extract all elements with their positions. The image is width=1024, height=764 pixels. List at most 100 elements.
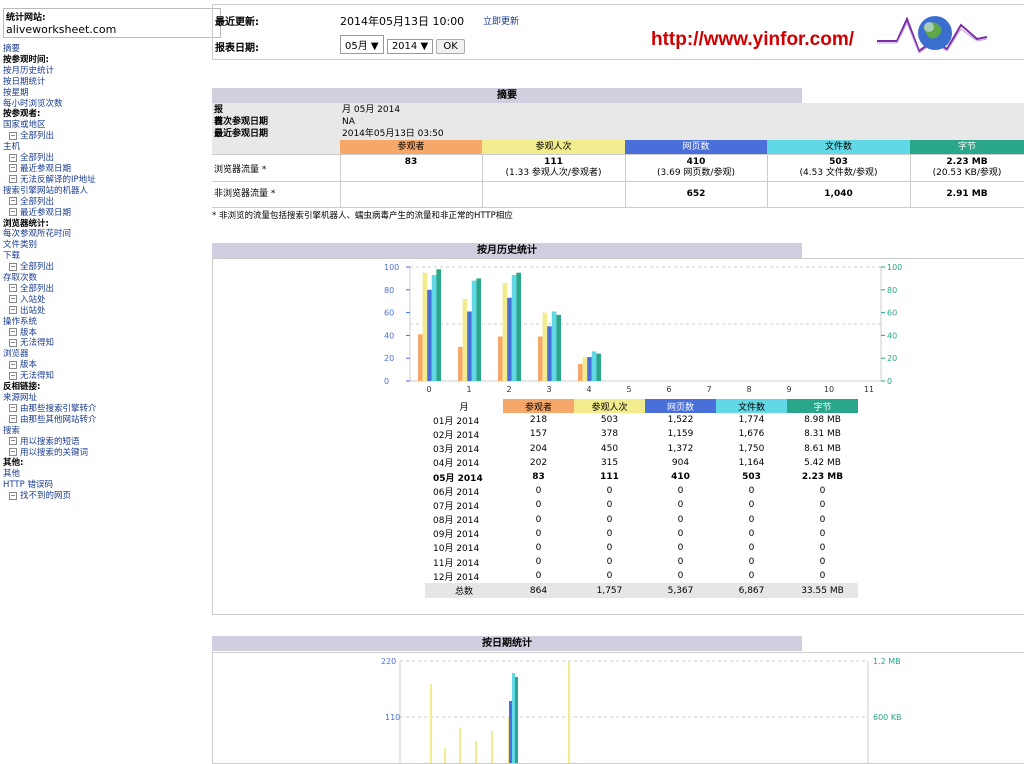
value-cell: 0 (677, 514, 684, 525)
globe-logo (877, 16, 987, 54)
nav-link[interactable]: 下载 (3, 251, 203, 262)
chart-bar-1 (462, 298, 468, 381)
nav-link[interactable]: 来源网址 (3, 393, 203, 404)
update-now-link[interactable]: 立即更新 (483, 14, 519, 27)
nav-subitem[interactable]: 全部列出 (3, 284, 203, 295)
nav-link[interactable]: 主机 (3, 142, 203, 153)
value-cell: 2.23 MB (801, 472, 844, 483)
summary-col-header: 参观者 (340, 140, 482, 154)
chart-x-label: 11 (864, 385, 874, 394)
nav-subitem[interactable]: 全部列出 (3, 262, 203, 273)
nav-subitem[interactable]: 全部列出 (3, 153, 203, 164)
monthly-table-body: 01月 2014 218 503 1,522 1,774 8.98 MB 02月 2014 1… (425, 413, 858, 598)
nav-link[interactable]: 每小时浏览次数 (3, 99, 203, 110)
nav-link[interactable]: 国家或地区 (3, 120, 203, 131)
nav-subitem[interactable]: 全部列出 (3, 131, 203, 142)
value-cell: 0 (677, 542, 684, 553)
nav-link[interactable]: 按月历史统计 (3, 66, 203, 77)
nav-subitem[interactable]: 全部列出 (3, 197, 203, 208)
nav-link[interactable]: 搜索 (3, 426, 203, 437)
value-cell: 503 (742, 472, 761, 483)
monthly-col-header: 网页数 (645, 399, 716, 414)
nav-subitem[interactable]: 最近参观日期 (3, 208, 203, 219)
nav-link[interactable]: 操作系统 (3, 317, 203, 328)
chevron-down-icon: ▼ (370, 41, 379, 52)
total-cell: 1,757 (574, 583, 645, 598)
nav-link[interactable]: 存取次数 (3, 273, 203, 284)
value-cell: 0 (606, 557, 613, 568)
value-cell: 0 (606, 571, 613, 582)
nav-section-heading: 按参观时间: (3, 55, 203, 66)
chart-x-label: 3 (546, 385, 551, 394)
chart-bar-2 (547, 326, 552, 381)
subitem-icon (9, 262, 17, 271)
ok-button[interactable]: OK (436, 39, 465, 54)
nav-subitem[interactable]: 用以搜索的关键词 (3, 448, 203, 459)
notviewed-label: 非浏览器流量 * (214, 189, 276, 199)
nav-subitem[interactable]: 由那些搜索引擎转介 (3, 404, 203, 415)
nav-link[interactable]: HTTP 错误码 (3, 480, 203, 491)
nav-subitem[interactable]: 由那些其他网站转介 (3, 415, 203, 426)
chart-x-label: 9 (786, 385, 791, 394)
value-cell: 0 (677, 528, 684, 539)
chart-tick-label-right: 80 (887, 286, 897, 295)
value-cell: 0 (819, 528, 826, 539)
nav-link[interactable]: 按日期统计 (3, 77, 203, 88)
value-cell: 1,522 (667, 415, 694, 426)
chart-bar-2 (427, 289, 432, 381)
nav-subitem[interactable]: 最近参观日期 (3, 164, 203, 175)
nav-link[interactable]: 按星期 (3, 88, 203, 99)
chart-bar-2 (467, 311, 472, 381)
subitem-icon (9, 306, 17, 315)
nav-link[interactable]: 搜索引擎网站的机器人 (3, 186, 203, 197)
year-select[interactable]: 2014 ▼ (386, 39, 434, 54)
daily-bar (475, 741, 477, 763)
daily-bar (568, 661, 570, 763)
viewed-sub: (1.33 参观人次/参观者) (505, 168, 602, 178)
nav-link[interactable]: 其他 (3, 469, 203, 480)
nav-label: 每次参观所花时间 (3, 229, 72, 240)
nav-subitem[interactable]: 入站处 (3, 295, 203, 306)
nav-subitem[interactable]: 无法反解译的IP地址 (3, 175, 203, 186)
chart-bar-4 (476, 278, 481, 381)
value-cell: 0 (748, 500, 755, 511)
month-cell: 07月 2014 (433, 501, 480, 512)
nav-link[interactable]: 文件类别 (3, 240, 203, 251)
summary-header-blank (212, 140, 340, 154)
chart-bar-4 (596, 353, 601, 381)
subitem-icon (9, 153, 17, 162)
value-cell: 0 (535, 528, 542, 539)
summary-row-value: 2014年05月13日 03:50 (342, 129, 444, 139)
total-cell: 6,867 (716, 583, 787, 598)
value-cell: 111 (600, 472, 619, 483)
table-row: 12月 2014 0 0 0 0 0 (425, 569, 858, 583)
chart-x-label: 8 (746, 385, 751, 394)
nav-subitem[interactable]: 版本 (3, 328, 203, 339)
chart-bar-3 (551, 311, 557, 381)
nav-label: 按日期统计 (3, 76, 46, 87)
value-cell: 0 (748, 542, 755, 553)
nav-link[interactable]: 每次参观所花时间 (3, 229, 203, 240)
value-cell: 0 (677, 486, 684, 497)
viewed-main: 503 (829, 157, 848, 167)
chart-tick-label-left: 20 (384, 354, 394, 363)
value-cell: 83 (532, 472, 545, 483)
month-select[interactable]: 05月 ▼ (340, 35, 384, 54)
value-cell: 0 (819, 571, 826, 582)
nav-subitem[interactable]: 找不到的网页 (3, 491, 203, 502)
chart-x-label: 6 (666, 385, 671, 394)
nav-subitem[interactable]: 用以搜索的短语 (3, 437, 203, 448)
daily-bar (509, 701, 512, 763)
nav-link[interactable]: 摘要 (3, 44, 203, 55)
chevron-down-icon: ▼ (420, 41, 429, 52)
nav-label: 按月历史统计 (3, 65, 55, 76)
value-cell: 1,774 (738, 415, 765, 426)
nav-subitem[interactable]: 出站处 (3, 306, 203, 317)
nav-subitem[interactable]: 版本 (3, 360, 203, 371)
nav-subitem[interactable]: 无法得知 (3, 338, 203, 349)
nav-link[interactable]: 浏览器 (3, 349, 203, 360)
value-cell: 218 (529, 415, 548, 426)
nav-subitem[interactable]: 无法得知 (3, 371, 203, 382)
table-row: 10月 2014 0 0 0 0 0 (425, 541, 858, 555)
value-cell: 8.98 MB (804, 415, 841, 426)
